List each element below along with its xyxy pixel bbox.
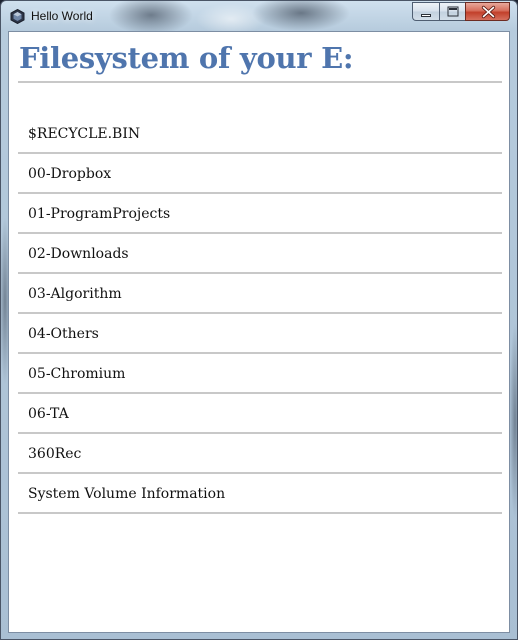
app-window: Hello World Filesystem of your E: $RECYC… bbox=[0, 0, 518, 640]
directory-name: 04-Others bbox=[28, 326, 99, 342]
close-button[interactable] bbox=[465, 2, 510, 21]
window-title: Hello World bbox=[31, 9, 93, 23]
list-item[interactable]: System Volume Information bbox=[18, 474, 502, 514]
directory-name: 01-ProgramProjects bbox=[28, 206, 171, 222]
directory-name: 00-Dropbox bbox=[28, 166, 112, 182]
window-controls bbox=[412, 2, 510, 21]
list-item[interactable]: 03-Algorithm bbox=[18, 274, 502, 314]
page-title: Filesystem of your E: bbox=[19, 41, 354, 75]
minimize-button[interactable] bbox=[412, 2, 439, 21]
directory-name: 05-Chromium bbox=[28, 366, 126, 382]
title-divider bbox=[18, 81, 502, 83]
maximize-button[interactable] bbox=[439, 2, 465, 21]
directory-name: 06-TA bbox=[28, 406, 69, 422]
title-bar[interactable]: Hello World bbox=[1, 1, 517, 31]
content-area: Filesystem of your E: $RECYCLE.BIN 00-Dr… bbox=[8, 31, 510, 633]
directory-list: $RECYCLE.BIN 00-Dropbox 01-ProgramProjec… bbox=[18, 114, 502, 514]
maximize-icon bbox=[447, 6, 459, 17]
list-item[interactable]: 05-Chromium bbox=[18, 354, 502, 394]
hexagon-app-icon bbox=[10, 9, 25, 24]
directory-name: 02-Downloads bbox=[28, 246, 129, 262]
list-item[interactable]: 02-Downloads bbox=[18, 234, 502, 274]
directory-name: System Volume Information bbox=[28, 486, 226, 502]
list-item[interactable]: 00-Dropbox bbox=[18, 154, 502, 194]
directory-name: $RECYCLE.BIN bbox=[28, 126, 141, 142]
list-item[interactable]: 360Rec bbox=[18, 434, 502, 474]
list-item[interactable]: 06-TA bbox=[18, 394, 502, 434]
directory-name: 360Rec bbox=[28, 446, 82, 462]
list-item[interactable]: 04-Others bbox=[18, 314, 502, 354]
close-icon bbox=[481, 5, 496, 19]
list-item[interactable]: $RECYCLE.BIN bbox=[18, 114, 502, 154]
list-item[interactable]: 01-ProgramProjects bbox=[18, 194, 502, 234]
minimize-icon bbox=[421, 14, 431, 17]
directory-name: 03-Algorithm bbox=[28, 286, 122, 302]
